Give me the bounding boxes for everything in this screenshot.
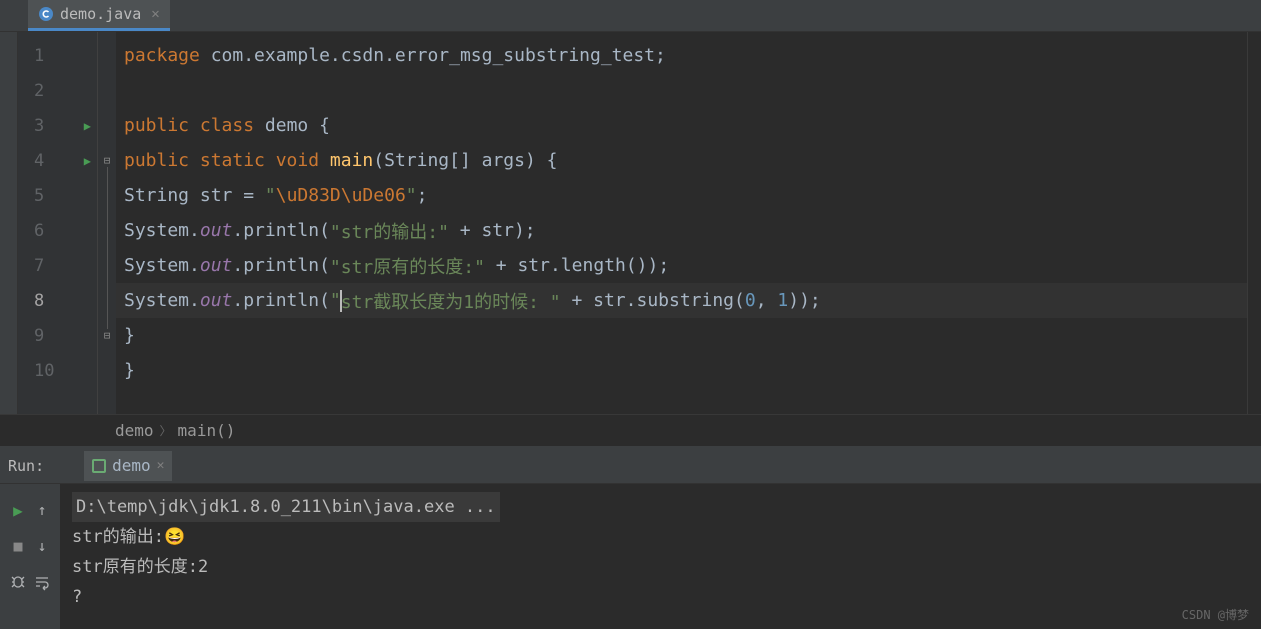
line-number-active: 8 — [18, 283, 97, 318]
file-tab-demo[interactable]: demo.java ✕ — [28, 0, 170, 31]
wrap-icon[interactable] — [31, 571, 53, 593]
line-gutter[interactable]: 1 2 3▶ 4▶ 5 6 7 8 9 10 — [18, 32, 98, 414]
class-icon — [38, 6, 54, 22]
code-line — [116, 73, 1247, 108]
line-number: 5 — [18, 178, 97, 213]
run-panel: Run: demo ✕ ▶ ↑ ■ ↓ — [0, 446, 1261, 629]
breadcrumb-item[interactable]: main() — [178, 421, 236, 440]
close-icon[interactable]: ✕ — [151, 6, 159, 22]
editor-scrollbar[interactable] — [1247, 32, 1261, 414]
up-arrow-icon[interactable]: ↑ — [31, 499, 53, 521]
bug-icon[interactable] — [7, 571, 29, 593]
fold-open-icon[interactable]: ⊟ — [104, 154, 111, 167]
down-arrow-icon[interactable]: ↓ — [31, 535, 53, 557]
console-line: str的输出:😆 — [72, 522, 1249, 552]
close-icon[interactable]: ✕ — [157, 458, 165, 473]
app-icon — [92, 459, 106, 473]
tab-spacer — [0, 0, 28, 31]
stop-button[interactable]: ■ — [7, 535, 29, 557]
run-toolbar: ▶ ↑ ■ ↓ — [0, 484, 60, 629]
line-number: 9 — [18, 318, 97, 353]
line-number: 4▶ — [18, 143, 97, 178]
code-line-current: System.out.println("str截取长度为1的时候: " + st… — [116, 283, 1247, 318]
console-line: ? — [72, 582, 1249, 612]
console-line: D:\temp\jdk\jdk1.8.0_211\bin\java.exe ..… — [72, 492, 500, 522]
run-label: Run: — [8, 457, 44, 475]
line-number: 6 — [18, 213, 97, 248]
editor-area: 1 2 3▶ 4▶ 5 6 7 8 9 10 ⊟ ⊟ package com.e… — [0, 32, 1261, 414]
code-line: } — [116, 318, 1247, 353]
code-line: public class demo { — [116, 108, 1247, 143]
left-margin — [0, 32, 18, 414]
run-config-tab[interactable]: demo ✕ — [84, 451, 172, 481]
code-line: System.out.println("str的输出:" + str); — [116, 213, 1247, 248]
breadcrumb[interactable]: demo 〉 main() — [0, 414, 1261, 446]
chevron-right-icon: 〉 — [160, 422, 172, 439]
fold-gutter[interactable]: ⊟ ⊟ — [98, 32, 116, 414]
rerun-button[interactable]: ▶ — [7, 499, 29, 521]
run-config-name: demo — [112, 456, 151, 475]
code-editor[interactable]: package com.example.csdn.error_msg_subst… — [116, 32, 1247, 414]
run-icon[interactable]: ▶ — [84, 119, 91, 133]
line-number: 10 — [18, 353, 97, 388]
line-number: 3▶ — [18, 108, 97, 143]
line-number: 1 — [18, 38, 97, 73]
run-body: ▶ ↑ ■ ↓ D:\temp\jdk\jdk1.8.0_211\bin\jav… — [0, 484, 1261, 629]
code-line: String str = "\uD83D\uDe06"; — [116, 178, 1247, 213]
console-line: str原有的长度:2 — [72, 552, 1249, 582]
run-header: Run: demo ✕ — [0, 448, 1261, 484]
fold-close-icon[interactable]: ⊟ — [104, 329, 111, 342]
line-number: 7 — [18, 248, 97, 283]
watermark: CSDN @博梦 — [1182, 606, 1249, 623]
line-number: 2 — [18, 73, 97, 108]
code-line: System.out.println("str原有的长度:" + str.len… — [116, 248, 1247, 283]
editor-tab-bar: demo.java ✕ — [0, 0, 1261, 32]
breadcrumb-item[interactable]: demo — [115, 421, 154, 440]
console-output[interactable]: D:\temp\jdk\jdk1.8.0_211\bin\java.exe ..… — [60, 484, 1261, 629]
tab-filename: demo.java — [60, 5, 141, 23]
code-line: package com.example.csdn.error_msg_subst… — [116, 38, 1247, 73]
run-icon[interactable]: ▶ — [84, 154, 91, 168]
code-line: } — [116, 353, 1247, 388]
code-line: public static void main(String[] args) { — [116, 143, 1247, 178]
